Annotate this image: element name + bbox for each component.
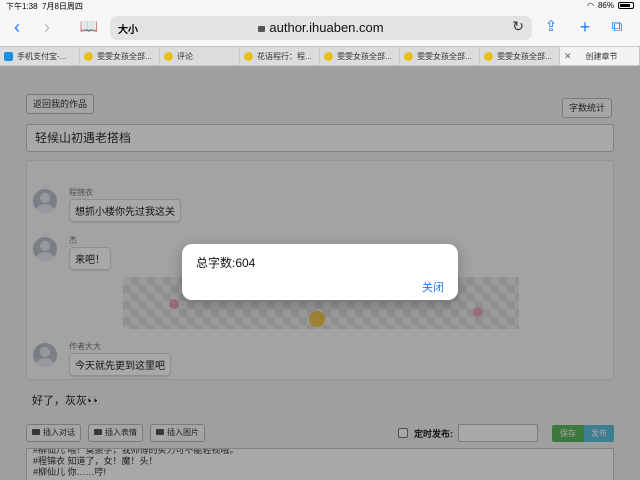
tab-0[interactable]: 手机支付宝-... — [0, 47, 80, 65]
huaben-icon — [324, 51, 333, 61]
battery-percent: 86% — [597, 1, 614, 10]
huaben-icon — [84, 51, 93, 61]
status-right: ◠ 86% — [587, 1, 634, 10]
wifi-icon: ◠ — [587, 1, 594, 10]
tab-5[interactable]: 雯雯女孩全部... — [400, 47, 480, 65]
status-time: 下午1:38 7月8日周四 — [6, 2, 83, 11]
huaben-icon — [244, 51, 253, 61]
dialog-message: 总字数:604 — [196, 256, 256, 270]
tab-2[interactable]: 评论 — [160, 47, 240, 65]
battery-icon — [618, 2, 634, 9]
close-icon[interactable]: ✕ — [564, 51, 572, 62]
forward-arrow-icon[interactable]: › — [36, 16, 58, 38]
word-count-dialog: 总字数:604 关闭 — [182, 244, 458, 300]
huaben-icon — [484, 51, 493, 61]
share-icon[interactable]: ⇪ — [540, 16, 562, 38]
address-bar[interactable]: 大小 author.ihuaben.com ↻ — [110, 16, 532, 40]
reload-icon[interactable]: ↻ — [512, 18, 524, 35]
tab-4[interactable]: 雯雯女孩全部... — [320, 47, 400, 65]
status-bar: 下午1:38 7月8日周四 ◠ 86% — [0, 0, 640, 12]
url-text[interactable]: author.ihuaben.com — [110, 20, 532, 35]
tab-3[interactable]: 花语程行：程... — [240, 47, 320, 65]
tabs-overview-icon[interactable]: ⧉ — [606, 16, 628, 38]
tab-bar: 手机支付宝-... 雯雯女孩全部... 评论 花语程行：程... 雯雯女孩全部.… — [0, 46, 640, 66]
tab-1[interactable]: 雯雯女孩全部... — [80, 47, 160, 65]
lock-icon — [258, 26, 266, 32]
huaben-icon — [404, 51, 413, 61]
browser-toolbar: ‹ › 📖 大小 author.ihuaben.com ↻ ⇪ + ⧉ — [0, 12, 640, 46]
tab-6[interactable]: 雯雯女孩全部... — [480, 47, 560, 65]
new-tab-icon[interactable]: + — [574, 16, 596, 38]
alipay-icon — [4, 51, 13, 61]
tab-active[interactable]: ✕ 创建章节 — [560, 47, 640, 65]
huaben-icon — [164, 51, 173, 61]
back-arrow-icon[interactable]: ‹ — [6, 16, 28, 38]
bookmarks-icon[interactable]: 📖 — [78, 16, 100, 38]
dialog-close-button[interactable]: 关闭 — [422, 279, 444, 295]
